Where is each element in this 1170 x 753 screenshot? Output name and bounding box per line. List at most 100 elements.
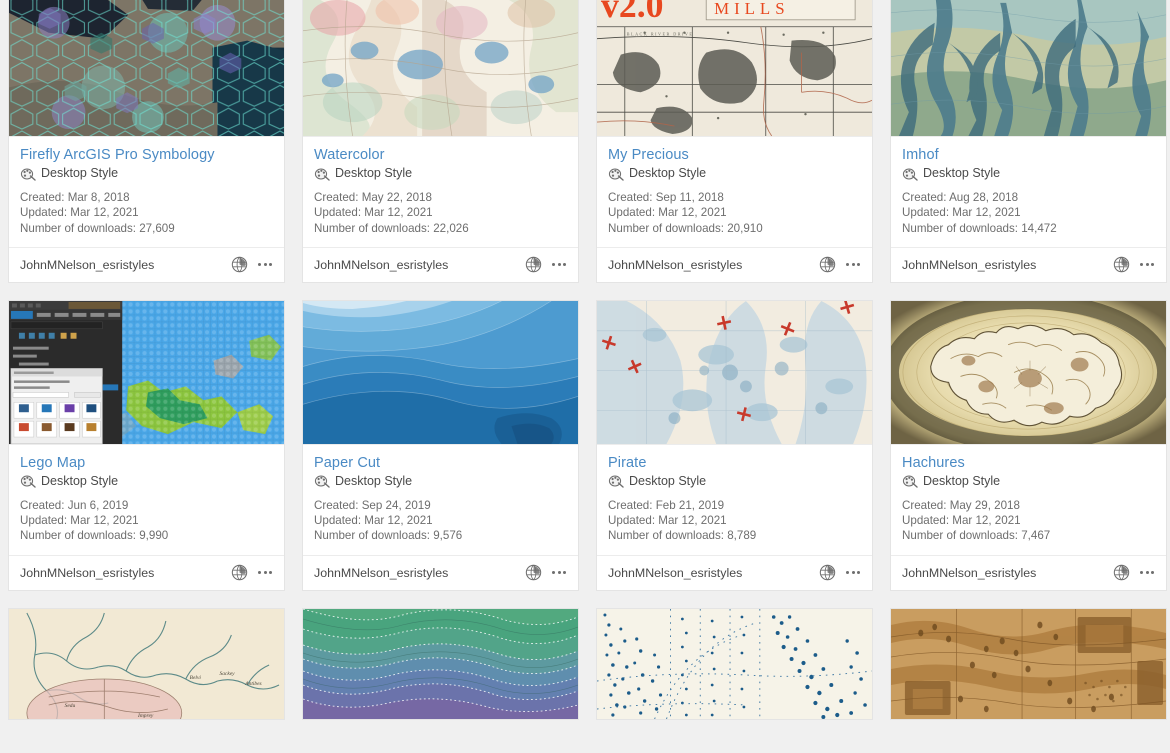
item-footer-actions xyxy=(819,564,861,581)
item-type-row: Desktop Style xyxy=(314,474,567,489)
item-owner-link[interactable]: JohnMNelson_esristyles xyxy=(902,566,1036,580)
globe-icon[interactable] xyxy=(231,256,248,273)
globe-icon[interactable] xyxy=(1113,564,1130,581)
item-card[interactable]: Firefly ArcGIS Pro Symbology Desktop Sty… xyxy=(8,0,285,283)
item-card-footer: JohnMNelson_esristyles xyxy=(303,554,578,590)
item-created: Created: May 22, 2018 xyxy=(314,191,432,204)
svg-text:Imprey: Imprey xyxy=(137,713,154,719)
item-thumbnail-lego-map-arcgis-pro[interactable] xyxy=(9,300,284,445)
item-title-link[interactable]: Watercolor xyxy=(314,147,567,164)
globe-icon[interactable] xyxy=(1113,256,1130,273)
item-title-link[interactable]: Paper Cut xyxy=(314,455,567,472)
item-thumbnail-blue-dotted-stipple-map[interactable] xyxy=(597,608,872,719)
item-card[interactable]: v2.0 MILLS BLACK RIVER DRIVE My Precious… xyxy=(596,0,873,283)
item-created: Created: May 29, 2018 xyxy=(902,498,1020,512)
item-card[interactable]: Pirate Desktop Style Created: Feb 21, 20… xyxy=(596,299,873,591)
item-updated: Updated: Mar 12, 2021 xyxy=(314,206,433,220)
item-updated: Updated: Mar 12, 2021 xyxy=(608,206,727,220)
item-title-link[interactable]: Imhof xyxy=(902,147,1155,164)
item-title-link[interactable]: Lego Map xyxy=(20,455,273,472)
item-footer-actions xyxy=(819,256,861,273)
item-card[interactable]: Watercolor Desktop Style Created: May 22… xyxy=(302,0,579,283)
content-item-gallery: Firefly ArcGIS Pro Symbology Desktop Sty… xyxy=(0,0,1170,720)
item-title-link[interactable]: Pirate xyxy=(608,455,861,472)
item-card[interactable] xyxy=(596,607,873,720)
item-title-link[interactable]: Hachures xyxy=(902,455,1155,472)
globe-icon[interactable] xyxy=(525,564,542,581)
item-card[interactable] xyxy=(302,607,579,720)
item-card[interactable]: Imhof Desktop Style Created: Aug 28, 201… xyxy=(890,0,1167,283)
item-card-footer: JohnMNelson_esristyles xyxy=(891,246,1166,282)
item-thumbnail-watercolor-map[interactable] xyxy=(303,0,578,137)
globe-icon[interactable] xyxy=(231,564,248,581)
item-updated: Updated: Mar 12, 2021 xyxy=(20,206,139,220)
item-thumbnail-pirate-treasure-map[interactable] xyxy=(597,300,872,445)
item-card[interactable] xyxy=(890,607,1167,720)
item-card-footer: JohnMNelson_esristyles xyxy=(597,554,872,590)
item-owner-link[interactable]: JohnMNelson_esristyles xyxy=(314,258,448,272)
item-thumbnail-hachures-iceland[interactable] xyxy=(891,300,1166,445)
item-created: Created: Sep 24, 2019 xyxy=(314,498,431,512)
item-title-link[interactable]: My Precious xyxy=(608,147,861,164)
item-card[interactable]: Lego Map Desktop Style Created: Jun 6, 2… xyxy=(8,299,285,591)
item-thumbnail-green-purple-contours[interactable] xyxy=(303,608,578,719)
item-card[interactable]: Paper Cut Desktop Style Created: Sep 24,… xyxy=(302,299,579,591)
item-type-label: Desktop Style xyxy=(335,473,413,488)
ellipsis-menu-icon[interactable] xyxy=(551,260,567,269)
item-type-label: Desktop Style xyxy=(923,473,1001,488)
ellipsis-menu-icon[interactable] xyxy=(1139,568,1155,577)
item-updated: Updated: Mar 12, 2021 xyxy=(902,206,1021,220)
item-footer-actions xyxy=(525,256,567,273)
item-downloads: Number of downloads: 7,467 xyxy=(902,529,1051,543)
item-footer-actions xyxy=(1113,256,1155,273)
globe-icon[interactable] xyxy=(525,256,542,273)
item-type-row: Desktop Style xyxy=(20,474,273,489)
globe-icon[interactable] xyxy=(819,256,836,273)
item-thumbnail-my-precious-antique-topo[interactable]: v2.0 MILLS BLACK RIVER DRIVE xyxy=(597,0,872,137)
item-updated: Updated: Mar 12, 2021 xyxy=(902,514,1021,528)
item-card-body: My Precious Desktop Style Created: Sep 1… xyxy=(597,137,872,247)
ellipsis-menu-icon[interactable] xyxy=(257,260,273,269)
item-owner-link[interactable]: JohnMNelson_esristyles xyxy=(902,258,1036,272)
item-thumbnail-firefly-hexbin-satellite[interactable] xyxy=(9,0,284,137)
svg-text:Belvi: Belvi xyxy=(190,675,202,681)
item-card[interactable]: Belvi Sackey Antibes Sedu Imprey xyxy=(8,607,285,720)
item-owner-link[interactable]: JohnMNelson_esristyles xyxy=(20,566,154,580)
item-title-link[interactable]: Firefly ArcGIS Pro Symbology xyxy=(20,147,273,164)
item-created: Created: Sep 11, 2018 xyxy=(608,191,724,204)
item-type-row: Desktop Style xyxy=(902,166,1155,181)
globe-icon[interactable] xyxy=(819,564,836,581)
item-owner-link[interactable]: JohnMNelson_esristyles xyxy=(20,258,154,272)
item-owner-link[interactable]: JohnMNelson_esristyles xyxy=(608,566,742,580)
svg-text:Antibes: Antibes xyxy=(244,681,261,687)
item-card-body: Imhof Desktop Style Created: Aug 28, 201… xyxy=(891,137,1166,247)
item-owner-link[interactable]: JohnMNelson_esristyles xyxy=(314,566,448,580)
item-type-row: Desktop Style xyxy=(314,166,567,181)
item-card-footer: JohnMNelson_esristyles xyxy=(891,554,1166,590)
item-card-footer: JohnMNelson_esristyles xyxy=(597,246,872,282)
item-card-body: Lego Map Desktop Style Created: Jun 6, 2… xyxy=(9,445,284,555)
item-created: Created: Aug 28, 2018 xyxy=(902,191,1019,204)
item-card-body: Firefly ArcGIS Pro Symbology Desktop Sty… xyxy=(9,137,284,247)
ellipsis-menu-icon[interactable] xyxy=(551,568,567,577)
item-created: Created: Mar 8, 2018 xyxy=(20,191,130,204)
item-thumbnail-paper-cut-bathymetry[interactable] xyxy=(303,300,578,445)
ellipsis-menu-icon[interactable] xyxy=(257,568,273,577)
ellipsis-menu-icon[interactable] xyxy=(1139,260,1155,269)
item-downloads: Number of downloads: 8,789 xyxy=(608,529,757,543)
desktop-style-icon xyxy=(608,168,624,181)
ellipsis-menu-icon[interactable] xyxy=(845,568,861,577)
item-card[interactable]: Hachures Desktop Style Created: May 29, … xyxy=(890,299,1167,591)
item-downloads: Number of downloads: 22,026 xyxy=(314,221,469,235)
svg-text:MILLS: MILLS xyxy=(714,0,789,18)
item-type-label: Desktop Style xyxy=(41,166,119,180)
item-owner-link[interactable]: JohnMNelson_esristyles xyxy=(608,258,742,272)
item-type-label: Desktop Style xyxy=(629,473,707,488)
item-thumbnail-antique-coastline-map[interactable]: Belvi Sackey Antibes Sedu Imprey xyxy=(9,608,284,719)
item-card-footer: JohnMNelson_esristyles xyxy=(9,554,284,590)
item-thumbnail-sepia-city-plan[interactable] xyxy=(891,608,1166,719)
item-thumbnail-imhof-terrain-relief[interactable] xyxy=(891,0,1166,137)
item-type-label: Desktop Style xyxy=(629,166,707,180)
ellipsis-menu-icon[interactable] xyxy=(845,260,861,269)
svg-text:Sedu: Sedu xyxy=(65,703,76,709)
